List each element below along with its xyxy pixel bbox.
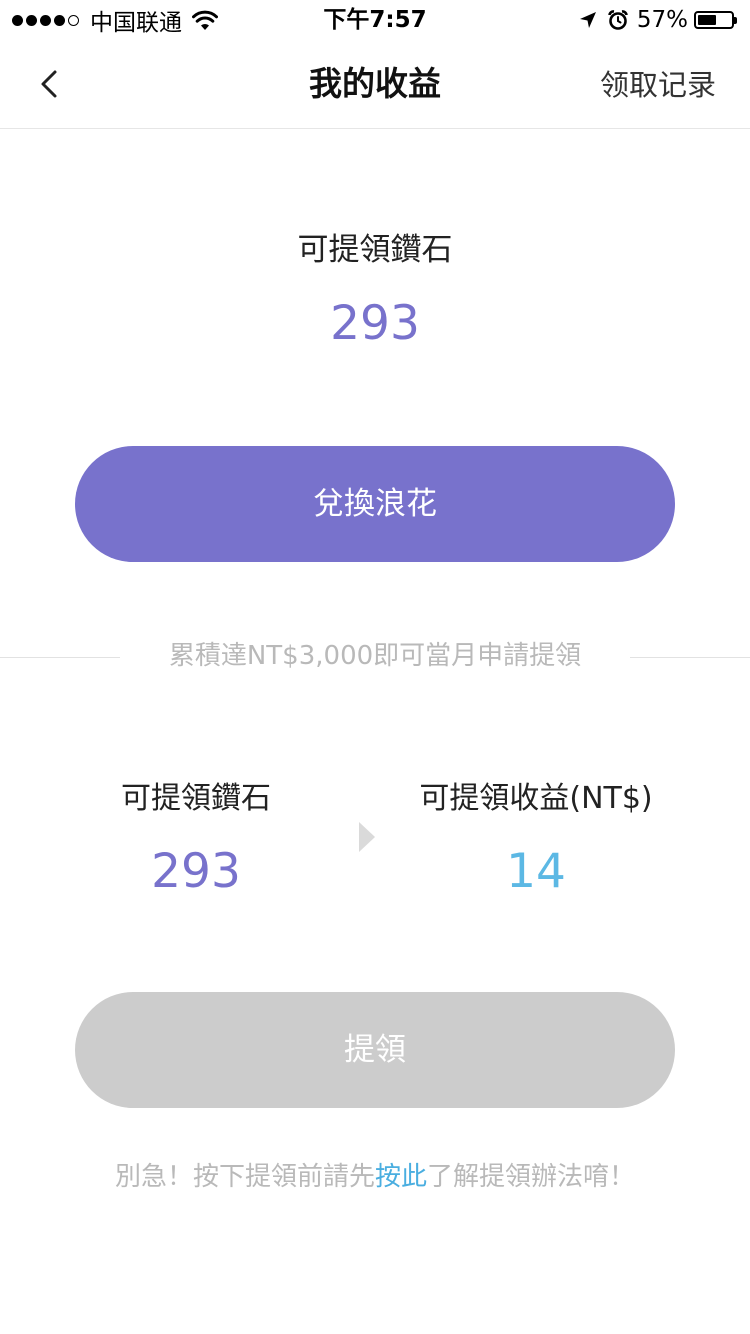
withdraw-rules-link[interactable]: 按此 bbox=[375, 1162, 427, 1192]
footer-note-text-after: 了解提領辦法唷！ bbox=[427, 1162, 636, 1192]
triangle-right-icon bbox=[359, 822, 375, 852]
withdraw-diamonds-label: 可提領鑽石 bbox=[121, 781, 271, 816]
diamonds-value: 293 bbox=[330, 296, 420, 351]
threshold-note: 累積達NT$3,000即可當月申請提領 bbox=[168, 641, 582, 671]
exchange-button[interactable]: 兌換浪花 bbox=[75, 446, 675, 562]
battery-percent: 57% bbox=[636, 7, 688, 33]
battery-level bbox=[698, 15, 717, 25]
location-arrow-icon bbox=[579, 12, 596, 28]
withdraw-earnings-label: 可提領收益(NT$) bbox=[419, 781, 653, 816]
diamonds-label: 可提領鑽石 bbox=[297, 232, 453, 268]
status-bar-right: 57% bbox=[577, 4, 738, 36]
claim-history-link[interactable]: 领取记录 bbox=[600, 66, 716, 104]
divider-right bbox=[630, 657, 750, 658]
withdraw-button[interactable]: 提領 bbox=[75, 992, 675, 1108]
withdraw-earnings-value: 14 bbox=[506, 844, 566, 899]
nav-bar: 我的收益 领取记录 bbox=[0, 40, 750, 129]
status-bar: 中国联通 下午7:57 57% bbox=[0, 0, 750, 40]
divider-left bbox=[0, 657, 120, 658]
alarm-clock-icon bbox=[608, 10, 628, 30]
battery-icon bbox=[694, 10, 738, 30]
footer-note: 別急！按下提領前請先按此了解提領辦法唷！ bbox=[0, 1156, 750, 1198]
footer-note-text-before: 別急！按下提領前請先 bbox=[114, 1162, 375, 1192]
withdraw-diamonds-value: 293 bbox=[151, 844, 241, 899]
